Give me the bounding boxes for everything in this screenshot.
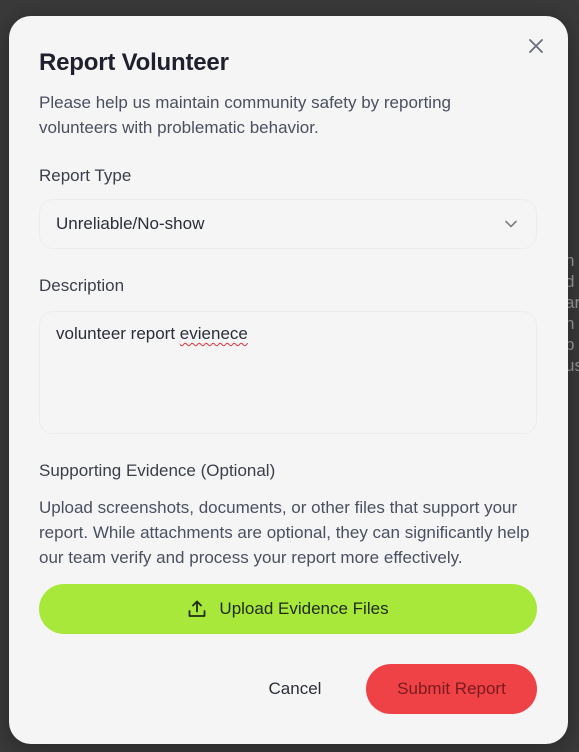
evidence-help-text: Upload screenshots, documents, or other … [39,498,530,567]
submit-report-button[interactable]: Submit Report [366,664,537,714]
report-volunteer-dialog: Report Volunteer Please help us maintain… [9,16,568,744]
description-label: Description [39,276,125,295]
dialog-subtitle: Please help us maintain community safety… [39,93,451,137]
close-button[interactable] [526,36,546,56]
upload-button-label: Upload Evidence Files [219,599,389,618]
description-textarea[interactable]: volunteer report evienece [39,311,537,434]
cancel-button[interactable]: Cancel [249,664,341,714]
report-type-select[interactable]: Unreliable/No-show [39,199,537,249]
close-icon [529,39,543,53]
upload-evidence-button[interactable]: Upload Evidence Files [39,584,537,634]
misspelled-word: evienece [179,324,248,343]
dialog-title: Report Volunteer [39,49,229,76]
evidence-label: Supporting Evidence (Optional) [39,461,276,480]
chevron-down-icon [505,220,517,228]
upload-icon [189,600,206,617]
report-type-value: Unreliable/No-show [56,214,205,233]
description-text: volunteer report [56,324,180,343]
report-type-label: Report Type [39,166,132,185]
